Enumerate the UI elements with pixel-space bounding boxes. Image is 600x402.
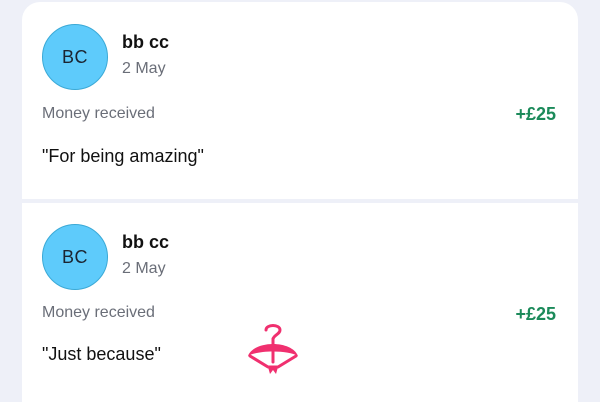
avatar: BC — [42, 224, 108, 290]
avatar-initials: BC — [61, 246, 88, 267]
transaction-message: "Just because" — [42, 344, 161, 364]
transaction-amount: +£25 — [515, 304, 556, 324]
hanger-icon — [248, 324, 298, 374]
transaction-date: 2 May — [122, 60, 166, 77]
transaction-date: 2 May — [122, 260, 166, 277]
transaction-type: Money received — [42, 105, 155, 122]
sender-name: bb cc — [122, 32, 170, 52]
avatar-initials: BC — [61, 46, 88, 67]
transaction-amount: +£25 — [515, 104, 556, 124]
transaction-card[interactable]: BC bb cc 2 May Money received +£25 "For … — [22, 2, 578, 199]
sender-name: bb cc — [122, 232, 170, 252]
transaction-message: "For being amazing" — [42, 146, 204, 166]
avatar: BC — [42, 24, 108, 90]
transaction-type: Money received — [42, 304, 155, 321]
